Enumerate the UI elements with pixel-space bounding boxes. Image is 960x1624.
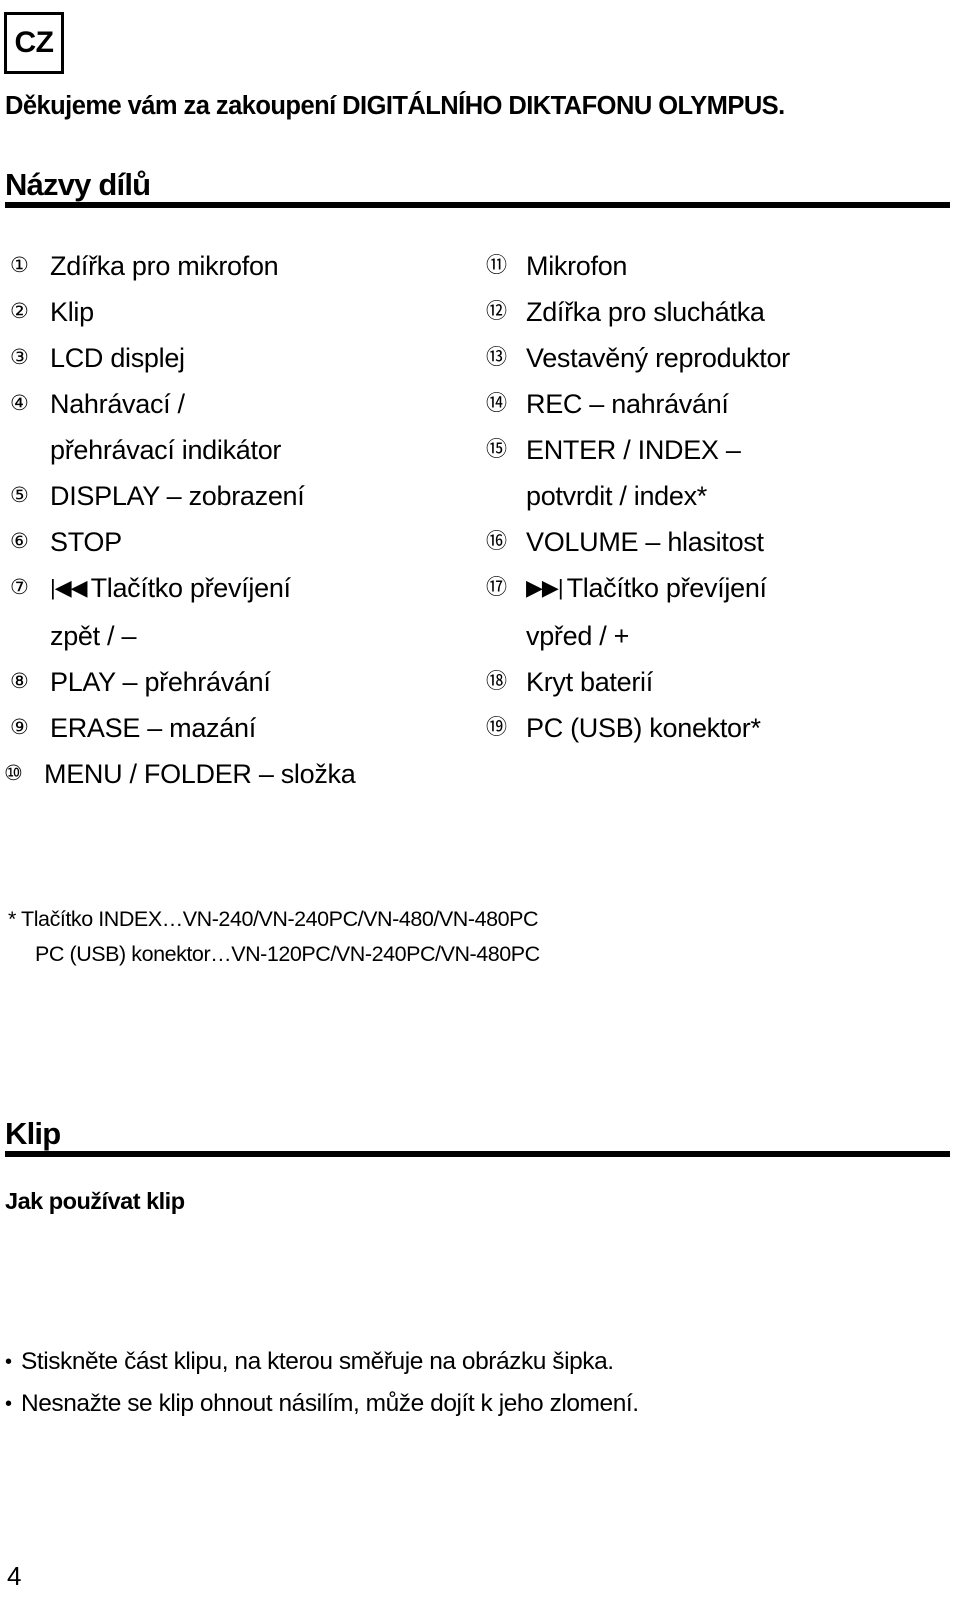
- part-number: ②: [10, 300, 29, 323]
- part-number: ⑪: [486, 254, 507, 277]
- part-number: ⑤: [10, 484, 29, 507]
- part-item: ⑪ Mikrofon: [486, 243, 958, 289]
- part-label: Klip: [50, 297, 94, 327]
- fast-forward-icon: ▶▶|: [526, 575, 567, 600]
- model-footnote: * Tlačítko INDEX…VN-240/VN-240PC/VN-480/…: [8, 902, 948, 972]
- part-label: MENU / FOLDER – složka: [44, 759, 356, 789]
- bullet-icon: •: [5, 1351, 12, 1373]
- part-number: ⑫: [486, 300, 507, 323]
- fast-forward-icon-bar: |: [557, 575, 564, 600]
- bullet-icon: •: [5, 1393, 12, 1415]
- part-label-line1: Nahrávací /: [50, 389, 185, 419]
- part-item: ⑱ Kryt baterií: [486, 659, 958, 705]
- part-item: ⑮ ENTER / INDEX – potvrdit / index*: [486, 427, 958, 519]
- part-item: ⑯ VOLUME – hlasitost: [486, 519, 958, 565]
- section-heading-parts: Názvy dílů: [5, 167, 950, 209]
- part-number: ①: [10, 254, 29, 277]
- section-rule-clip: [5, 1151, 950, 1158]
- part-label: Zdířka pro mikrofon: [50, 251, 279, 281]
- part-label: Vestavěný reproduktor: [526, 343, 790, 373]
- part-number: ⑩: [4, 762, 23, 785]
- part-item: ④ Nahrávací / přehrávací indikátor: [10, 381, 480, 473]
- note-text: Nesnažte se klip ohnout násilím, může do…: [21, 1390, 639, 1417]
- part-item: ⑤ DISPLAY – zobrazení: [10, 473, 480, 519]
- part-label: Mikrofon: [526, 251, 628, 281]
- footnote-line-usb: PC (USB) konektor…VN-120PC/VN-240PC/VN-4…: [35, 942, 540, 966]
- part-item: ② Klip: [10, 289, 480, 335]
- part-item: ⑭ REC – nahrávání: [486, 381, 958, 427]
- part-item: ⑩ MENU / FOLDER – složka: [4, 751, 480, 797]
- parts-list: ① Zdířka pro mikrofon ② Klip ③ LCD displ…: [0, 243, 960, 789]
- part-label-line2: přehrávací indikátor: [50, 435, 282, 465]
- part-label: REC – nahrávání: [526, 389, 729, 419]
- part-label: PLAY – přehrávání: [50, 667, 271, 697]
- rewind-icon: |◀◀: [50, 575, 91, 600]
- section-title-parts: Názvy dílů: [5, 167, 151, 202]
- part-number: ③: [10, 346, 29, 369]
- part-item: ⑧ PLAY – přehrávání: [10, 659, 480, 705]
- part-item: ⑰ ▶▶| Tlačítko převíjení vpřed / +: [486, 565, 958, 659]
- part-label-line2: vpřed / +: [526, 621, 630, 651]
- part-label: |◀◀ Tlačítko převíjení zpět / –: [50, 565, 480, 659]
- language-badge-label: CZ: [14, 26, 55, 59]
- note-item: • Nesnažte se klip ohnout násilím, může …: [5, 1383, 950, 1425]
- part-label: LCD displej: [50, 343, 185, 373]
- part-item: ⑥ STOP: [10, 519, 480, 565]
- parts-column-left: ① Zdířka pro mikrofon ② Klip ③ LCD displ…: [4, 243, 480, 797]
- part-label: PC (USB) konektor*: [526, 713, 761, 743]
- page-number: 4: [7, 1561, 21, 1591]
- part-label-line1: ▶▶| Tlačítko převíjení: [526, 573, 767, 603]
- part-number: ④: [10, 392, 29, 415]
- part-item: ⑫ Zdířka pro sluchátka: [486, 289, 958, 335]
- part-label: VOLUME – hlasitost: [526, 527, 764, 557]
- part-label-line2: potvrdit / index*: [526, 481, 707, 511]
- part-label: ENTER / INDEX – potvrdit / index*: [526, 427, 958, 519]
- note-item: • Stiskněte část klipu, na kterou směřuj…: [5, 1341, 950, 1383]
- fast-forward-icon-triangles: ▶▶: [526, 575, 559, 600]
- part-label: DISPLAY – zobrazení: [50, 481, 305, 511]
- section-title-clip: Klip: [5, 1116, 61, 1151]
- part-item: ⑬ Vestavěný reproduktor: [486, 335, 958, 381]
- part-label-line2: zpět / –: [50, 621, 137, 651]
- parts-column-right: ⑪ Mikrofon ⑫ Zdířka pro sluchátka ⑬ Vest…: [486, 243, 958, 751]
- part-number: ⑲: [486, 716, 507, 739]
- note-text: Stiskněte část klipu, na kterou směřuje …: [21, 1348, 614, 1375]
- part-number: ⑰: [486, 576, 507, 599]
- part-item: ⑨ ERASE – mazání: [10, 705, 480, 751]
- part-number: ⑱: [486, 670, 507, 693]
- part-number: ⑧: [10, 670, 29, 693]
- thank-you-line: Děkujeme vám za zakoupení DIGITÁLNÍHO DI…: [5, 92, 785, 120]
- clip-notes-list: • Stiskněte část klipu, na kterou směřuj…: [5, 1341, 950, 1425]
- part-label: Nahrávací / přehrávací indikátor: [50, 381, 480, 473]
- part-number: ⑨: [10, 716, 29, 739]
- part-number: ⑮: [486, 438, 507, 461]
- section-rule-parts: [5, 202, 950, 209]
- part-label: Kryt baterií: [526, 667, 653, 697]
- subheading-how-to-use-clip: Jak používat klip: [5, 1188, 185, 1214]
- part-number: ⑥: [10, 530, 29, 553]
- part-number: ⑦: [10, 576, 29, 599]
- part-item: ⑦ |◀◀ Tlačítko převíjení zpět / –: [10, 565, 480, 659]
- part-label-text: Tlačítko převíjení: [566, 573, 767, 603]
- part-number: ⑭: [486, 392, 507, 415]
- part-item: ⑲ PC (USB) konektor*: [486, 705, 958, 751]
- part-label: ▶▶| Tlačítko převíjení vpřed / +: [526, 565, 958, 659]
- rewind-icon-triangles: ◀◀: [54, 575, 88, 600]
- part-label-text: Tlačítko převíjení: [90, 573, 291, 603]
- part-number: ⑬: [486, 346, 507, 369]
- footnote-line-index: * Tlačítko INDEX…VN-240/VN-240PC/VN-480/…: [8, 907, 539, 931]
- section-heading-clip: Klip: [5, 1116, 950, 1158]
- part-label-line1: |◀◀ Tlačítko převíjení: [50, 573, 291, 603]
- part-item: ① Zdířka pro mikrofon: [10, 243, 480, 289]
- language-badge-cz: CZ: [4, 12, 64, 74]
- part-label: Zdířka pro sluchátka: [526, 297, 765, 327]
- part-label: ERASE – mazání: [50, 713, 256, 743]
- part-label-line1: ENTER / INDEX –: [526, 435, 741, 465]
- part-number: ⑯: [486, 530, 507, 553]
- part-item: ③ LCD displej: [10, 335, 480, 381]
- part-label: STOP: [50, 527, 122, 557]
